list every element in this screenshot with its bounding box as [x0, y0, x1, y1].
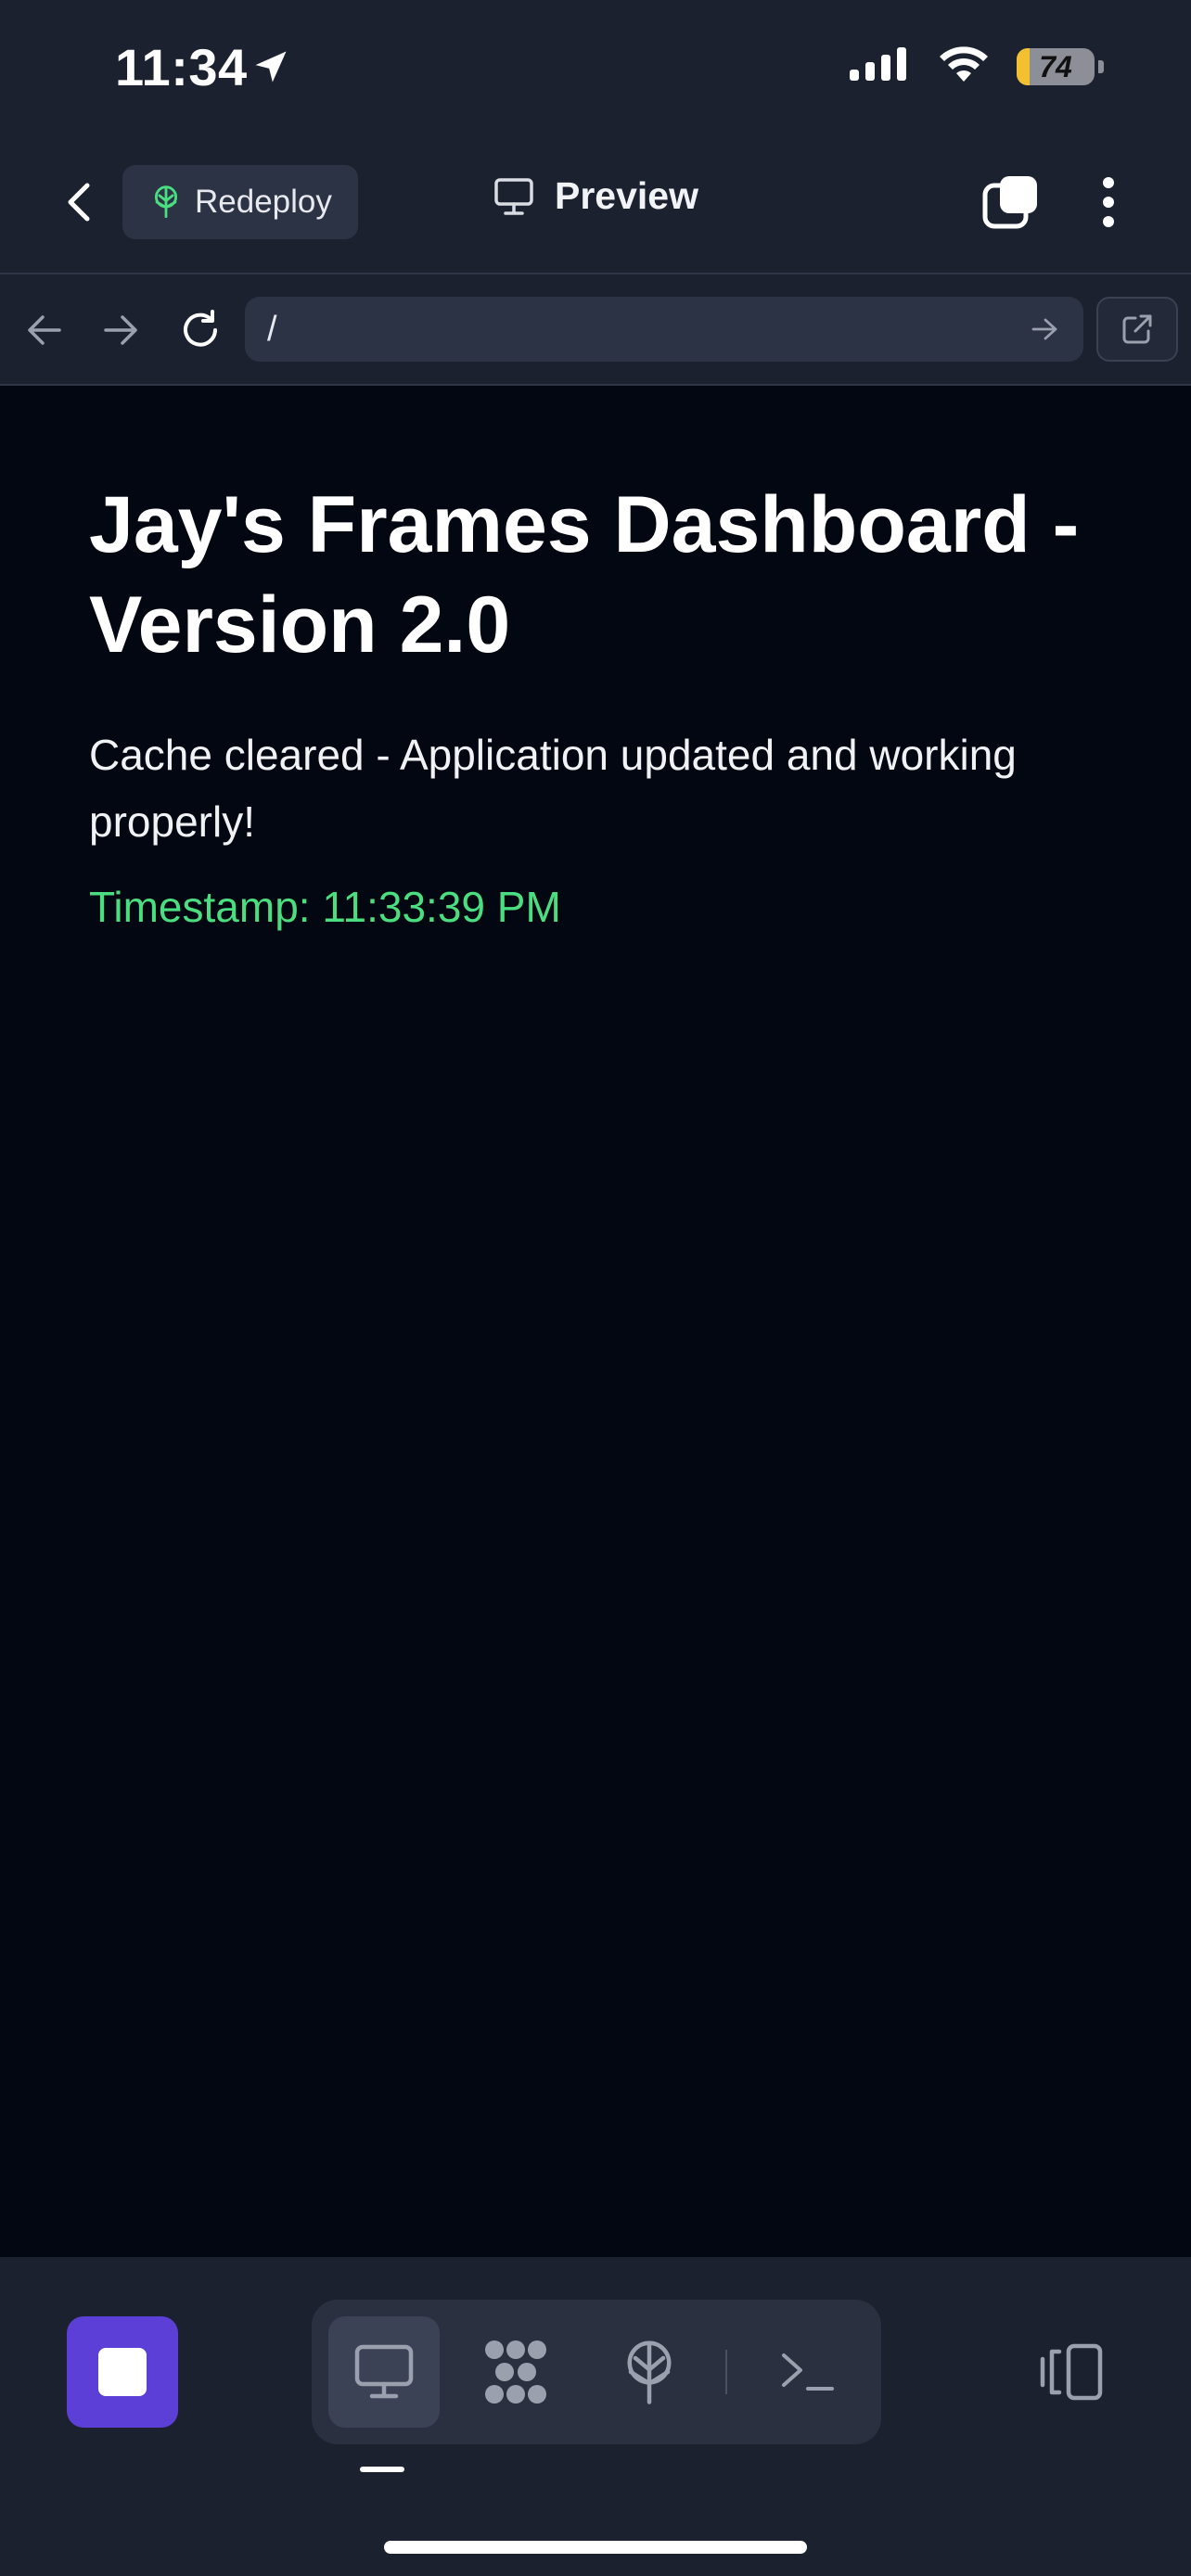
dashboard-heading: Jay's Frames Dashboard - Version 2.0	[89, 480, 1080, 670]
battery-level: 74	[1039, 49, 1072, 83]
tabs-icon	[982, 176, 1037, 229]
arrow-back-icon	[28, 315, 61, 345]
status-bar: 11:34 74	[0, 0, 1191, 139]
reload-button[interactable]	[176, 306, 224, 354]
battery-charging-icon: 74	[1017, 47, 1095, 85]
timestamp-text: Timestamp: 11:33:39 PM	[89, 883, 561, 931]
wifi-icon	[937, 45, 991, 88]
redeploy-label: Redeploy	[195, 184, 332, 220]
page-title: Preview	[555, 174, 698, 217]
tool-switcher	[312, 2300, 881, 2444]
cellular-signal-icon	[848, 45, 911, 87]
browser-forward-button[interactable]	[96, 306, 145, 354]
url-go-button[interactable]	[1017, 301, 1072, 357]
preview-tab-button[interactable]	[328, 2316, 440, 2428]
more-button[interactable]	[1085, 172, 1132, 232]
status-message: Cache cleared - Application updated and …	[89, 731, 1017, 846]
back-button[interactable]	[56, 174, 102, 230]
device-toggle-button[interactable]	[1024, 2316, 1117, 2428]
preview-title: Preview	[493, 174, 698, 218]
go-arrow-icon	[1031, 318, 1057, 340]
more-vertical-icon	[1103, 177, 1114, 227]
workflows-tab-button[interactable]	[460, 2316, 571, 2428]
monitor-icon	[494, 177, 533, 215]
deploy-tree-icon	[627, 2340, 672, 2404]
url-value: /	[267, 309, 277, 349]
terminal-icon	[782, 2353, 834, 2391]
browser-back-button[interactable]	[20, 306, 69, 354]
location-arrow-icon	[250, 46, 291, 92]
terminal-tab-button[interactable]	[751, 2316, 863, 2428]
status-time: 11:34	[115, 38, 248, 96]
open-external-icon	[1122, 314, 1152, 344]
monitor-icon	[354, 2344, 414, 2399]
url-input[interactable]: /	[245, 297, 1083, 362]
open-external-button[interactable]	[1096, 297, 1178, 362]
chevron-left-icon	[68, 183, 90, 222]
bottom-toolbar	[0, 2257, 1191, 2576]
status-indicators: 74	[848, 45, 1104, 88]
app-header: Redeploy Preview	[0, 139, 1191, 273]
preview-viewport: Jay's Frames Dashboard - Version 2.0 Cac…	[0, 386, 1191, 2257]
url-bar: /	[0, 274, 1191, 384]
deploy-tree-icon	[154, 185, 178, 218]
toolbar-separator	[725, 2350, 727, 2394]
device-toggle-icon	[1040, 2343, 1103, 2401]
reload-icon	[184, 310, 217, 347]
workflows-icon	[485, 2340, 546, 2404]
tabs-button[interactable]	[981, 172, 1041, 232]
redeploy-button[interactable]: Redeploy	[122, 165, 358, 239]
deploy-tab-button[interactable]	[594, 2316, 705, 2428]
arrow-forward-icon	[104, 315, 137, 345]
home-indicator	[384, 2541, 807, 2554]
active-tab-indicator	[360, 2467, 404, 2472]
stop-button[interactable]	[67, 2316, 178, 2428]
stop-icon	[98, 2348, 147, 2396]
